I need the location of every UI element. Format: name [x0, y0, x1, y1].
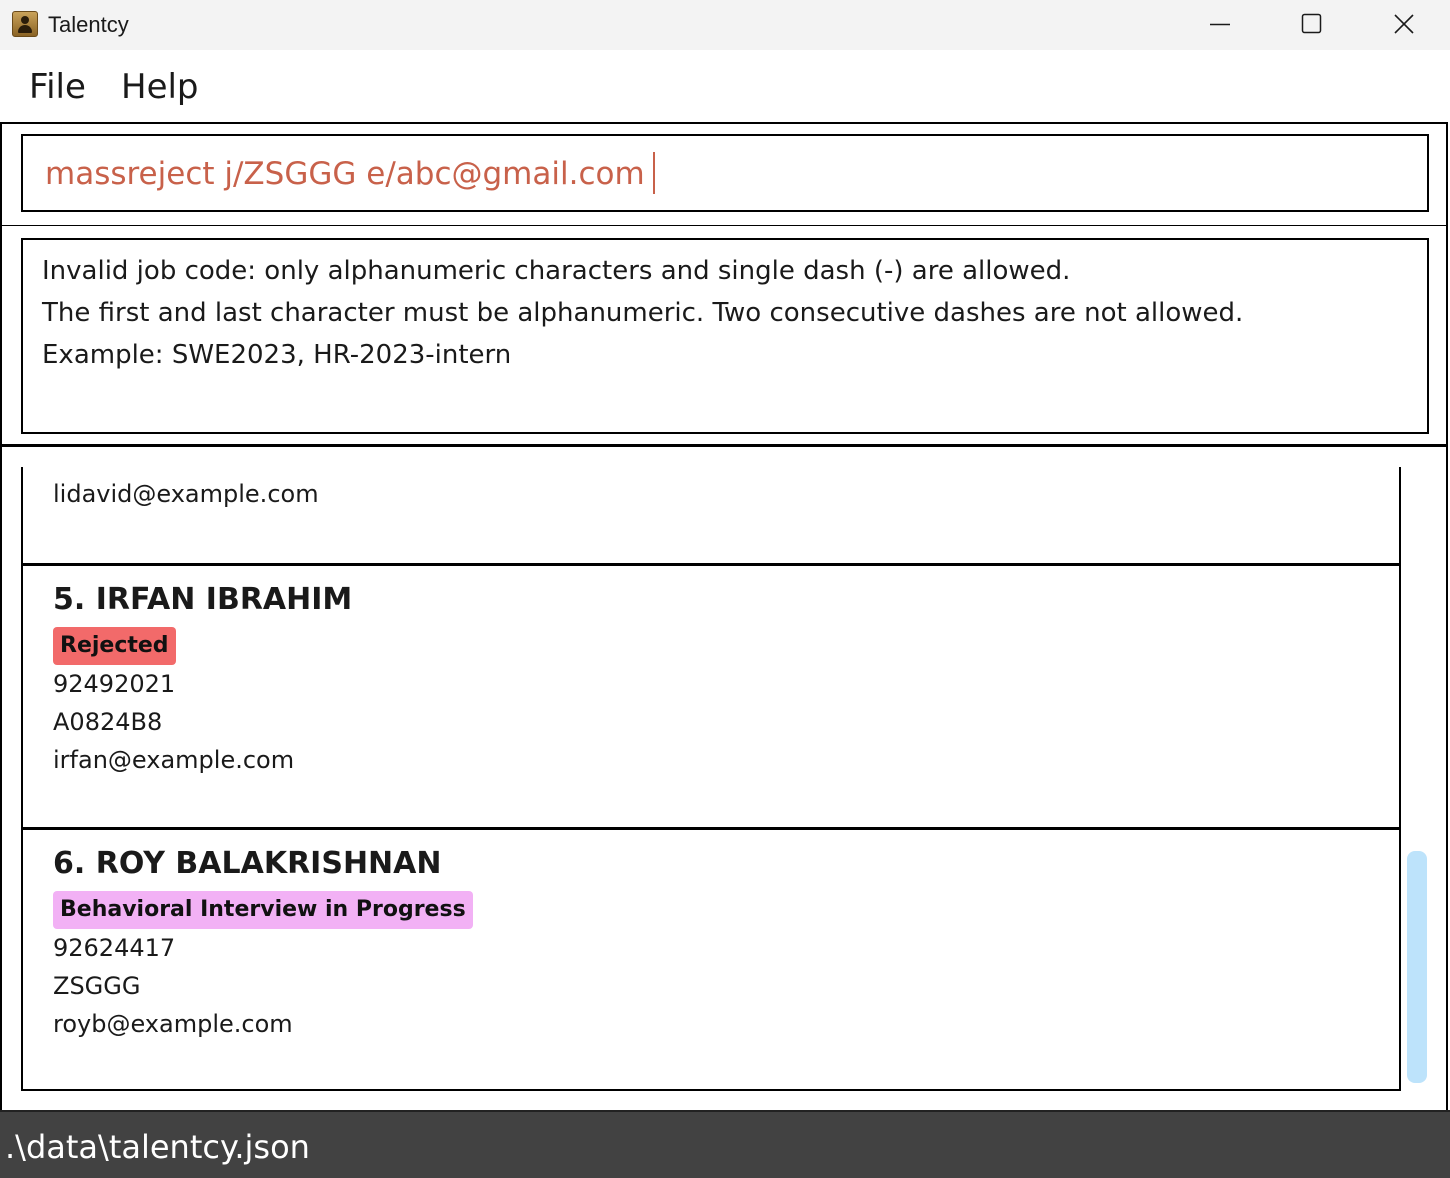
person-job-code: ZSGGG	[53, 972, 141, 1000]
menu-help[interactable]: Help	[121, 67, 199, 107]
person-name: 6. ROY BALAKRISHNAN	[53, 846, 442, 881]
title-bar: Talentcy	[0, 0, 1450, 50]
scrollbar-thumb[interactable]	[1407, 851, 1427, 1083]
status-badge: Behavioral Interview in Progress	[53, 891, 473, 929]
person-email: lidavid@example.com	[53, 480, 319, 508]
maximize-button[interactable]	[1266, 0, 1358, 50]
status-badge: Rejected	[53, 627, 176, 665]
person-phone: 92624417	[53, 934, 176, 962]
minimize-button[interactable]	[1174, 0, 1266, 50]
contact-book-icon	[12, 11, 38, 37]
list-scrollbar[interactable]	[1404, 467, 1434, 1091]
menu-bar: File Help	[0, 50, 1450, 122]
person-card[interactable]: lidavid@example.com	[23, 467, 1399, 566]
person-card[interactable]: 5. IRFAN IBRAHIM Rejected 92492021 A0824…	[23, 566, 1399, 830]
result-message-line: Example: SWE2023, HR-2023-intern	[42, 340, 512, 370]
close-icon	[1394, 14, 1414, 34]
person-list-panel: lidavid@example.com 5. IRFAN IBRAHIM Rej…	[0, 447, 1448, 1110]
person-card[interactable]: 6. ROY BALAKRISHNAN Behavioral Interview…	[23, 830, 1399, 1091]
person-email: royb@example.com	[53, 1010, 293, 1038]
command-input[interactable]: massreject j/ZSGGG e/abc@gmail.com	[21, 134, 1429, 212]
text-caret	[652, 151, 655, 194]
person-list[interactable]: lidavid@example.com 5. IRFAN IBRAHIM Rej…	[21, 467, 1401, 1091]
person-email: irfan@example.com	[53, 746, 295, 774]
person-name: 5. IRFAN IBRAHIM	[53, 582, 353, 617]
result-display: Invalid job code: only alphanumeric char…	[21, 238, 1429, 434]
save-file-path: .\data\talentcy.json	[5, 1128, 310, 1166]
window-title: Talentcy	[48, 12, 129, 37]
result-message-line: Invalid job code: only alphanumeric char…	[42, 256, 1071, 286]
app-window: Talentcy File Help massreject j/ZSGGG e/…	[0, 0, 1450, 1178]
command-section: massreject j/ZSGGG e/abc@gmail.com	[0, 122, 1448, 228]
result-section: Invalid job code: only alphanumeric char…	[0, 226, 1448, 447]
status-bar: .\data\talentcy.json	[0, 1110, 1450, 1178]
menu-file[interactable]: File	[29, 67, 86, 107]
maximize-icon	[1301, 13, 1322, 34]
minimize-icon	[1210, 23, 1230, 26]
command-input-value: massreject j/ZSGGG e/abc@gmail.com	[45, 156, 645, 192]
person-job-code: A0824B8	[53, 708, 163, 736]
person-phone: 92492021	[53, 670, 176, 698]
close-button[interactable]	[1358, 0, 1450, 50]
result-message-line: The first and last character must be alp…	[42, 298, 1244, 328]
